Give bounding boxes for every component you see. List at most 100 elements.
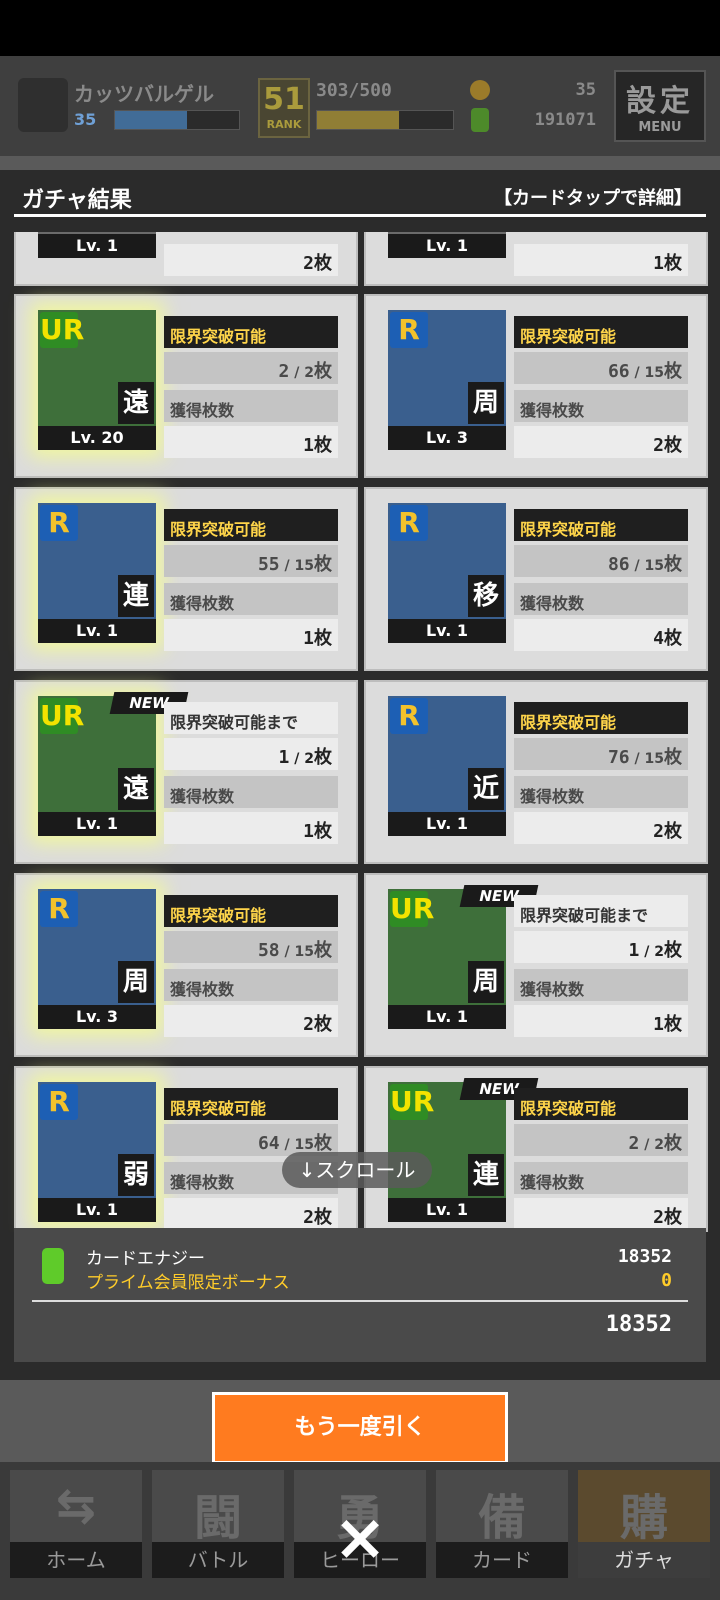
- progress-limit: 2: [304, 751, 314, 767]
- nav-battle[interactable]: 闘 バトル: [152, 1470, 284, 1578]
- rarity-badge: R: [390, 505, 428, 541]
- count-unit: 枚: [664, 435, 682, 456]
- attribute-badge: 周: [468, 961, 504, 1003]
- card-level: Lv. 1: [38, 1198, 156, 1222]
- progress-separator: /: [629, 558, 645, 574]
- gacha-card[interactable]: R 周 Lv. 3 限界突破可能 66 / 15枚 獲得枚数 2枚: [364, 294, 708, 478]
- count-label-row: 獲得枚数: [514, 776, 688, 808]
- card-art: UR 遠 Lv. 1: [38, 696, 156, 836]
- progress-separator: /: [629, 365, 645, 381]
- rarity-badge: R: [40, 891, 78, 927]
- rank-badge: 51 RANK: [258, 78, 310, 138]
- nav-card[interactable]: 備 カード: [436, 1470, 568, 1578]
- progress-unit: 枚: [314, 361, 332, 382]
- attribute-badge: 移: [468, 575, 504, 617]
- count-unit: 枚: [314, 628, 332, 649]
- gacha-card[interactable]: R 移 Lv. 1 限界突破可能 86 / 15枚 獲得枚数 4枚: [364, 487, 708, 671]
- card-level: Lv. 1: [38, 619, 156, 643]
- count-row: 2枚: [164, 244, 338, 276]
- gacha-card[interactable]: UR 遠 Lv. 1 NEW 限界突破可能まで 1 / 2枚 獲得枚数 1枚: [14, 680, 358, 864]
- card-art: UR 遠 Lv. 20: [38, 310, 156, 450]
- count-row: 1枚: [164, 426, 338, 458]
- gacha-card[interactable]: UR 連 Lv. 1 NEW 限界突破可能 2 / 2枚 獲得枚数 2枚: [364, 1066, 708, 1232]
- gacha-card-partial[interactable]: 強Lv. 1 1枚: [364, 232, 708, 286]
- count-row: 1枚: [164, 812, 338, 844]
- count-number: 2: [653, 821, 664, 842]
- progress-limit: 15: [644, 365, 664, 381]
- progress-separator: /: [629, 751, 645, 767]
- limit-status-row: 限界突破可能: [514, 702, 688, 734]
- limit-progress-row: 55 / 15枚: [164, 545, 338, 577]
- card-list[interactable]: 速Lv. 12枚強Lv. 11枚UR遠Lv. 20限界突破可能2 / 2枚獲得枚…: [0, 232, 720, 1232]
- gacha-card[interactable]: R 周 Lv. 3 限界突破可能 58 / 15枚 獲得枚数 2枚: [14, 873, 358, 1057]
- progress-unit: 枚: [314, 554, 332, 575]
- attribute-badge: 近: [468, 768, 504, 810]
- close-icon[interactable]: ×: [320, 1498, 400, 1578]
- limit-progress-row: 1 / 2枚: [164, 738, 338, 770]
- draw-again-button[interactable]: もう一度引く: [212, 1392, 508, 1464]
- gacha-card[interactable]: R 連 Lv. 1 限界突破可能 55 / 15枚 獲得枚数 1枚: [14, 487, 358, 671]
- rank-number: 51: [263, 82, 305, 117]
- limit-status-label: 限界突破可能まで: [520, 906, 649, 925]
- gacha-card[interactable]: R 弱 Lv. 1 限界突破可能 64 / 15枚 獲得枚数 2枚: [14, 1066, 358, 1232]
- count-number: 4: [653, 628, 664, 649]
- count-label: 獲得枚数: [520, 594, 585, 613]
- count-label: 獲得枚数: [520, 401, 585, 420]
- card-level: Lv. 1: [388, 234, 506, 258]
- nav-home[interactable]: ⇆ ホーム: [10, 1470, 142, 1578]
- rarity-badge: UR: [40, 698, 85, 734]
- nav-home-label: ホーム: [10, 1542, 142, 1578]
- count-label-row: 獲得枚数: [164, 776, 338, 808]
- rarity-badge: R: [40, 505, 78, 541]
- settings-menu-button[interactable]: 設定 MENU: [614, 70, 706, 142]
- rarity-badge: UR: [390, 1084, 435, 1120]
- count-value: 2枚: [653, 431, 682, 457]
- count-label: 獲得枚数: [170, 1173, 235, 1192]
- count-value: 2枚: [303, 249, 332, 275]
- count-value: 2枚: [303, 1010, 332, 1036]
- stamina-bar: [316, 110, 454, 130]
- count-number: 1: [653, 1014, 664, 1035]
- energy-count: 191071: [534, 110, 596, 130]
- progress-separator: /: [639, 944, 655, 960]
- count-unit: 枚: [314, 435, 332, 456]
- rank-label: RANK: [266, 118, 302, 131]
- card-level: Lv. 1: [388, 1005, 506, 1029]
- gacha-card[interactable]: UR 遠 Lv. 20 限界突破可能 2 / 2枚 獲得枚数 1枚: [14, 294, 358, 478]
- card-art: R 連 Lv. 1: [38, 503, 156, 643]
- progress-value: 64: [257, 1133, 280, 1154]
- nav-gacha[interactable]: 購 ガチャ: [578, 1470, 710, 1578]
- count-label-row: 獲得枚数: [514, 583, 688, 615]
- count-unit: 枚: [664, 628, 682, 649]
- progress-unit: 枚: [314, 940, 332, 961]
- limit-status-row: 限界突破可能: [514, 1088, 688, 1120]
- gacha-card-partial[interactable]: 速Lv. 1 2枚: [14, 232, 358, 286]
- card-art: 速Lv. 1: [38, 232, 156, 258]
- count-label: 獲得枚数: [170, 401, 235, 420]
- limit-status-label: 限界突破可能: [520, 327, 617, 346]
- progress-limit: 2: [654, 944, 664, 960]
- card-art: R 近 Lv. 1: [388, 696, 506, 836]
- modal-hint: 【カードタップで詳細】: [494, 188, 692, 209]
- bonus-label: プライム会員限定ボーナス: [86, 1273, 290, 1293]
- count-unit: 枚: [314, 1014, 332, 1035]
- progress-limit: 15: [294, 1137, 314, 1153]
- limit-status-row: 限界突破可能: [164, 1088, 338, 1120]
- player-avatar[interactable]: [18, 78, 68, 132]
- progress-unit: 枚: [664, 1133, 682, 1154]
- limit-progress: 1 / 2枚: [279, 743, 332, 769]
- attribute-badge: 遠: [118, 768, 154, 810]
- count-value: 1枚: [303, 431, 332, 457]
- gacha-icon: 購: [619, 1490, 668, 1546]
- progress-value: 76: [607, 747, 630, 768]
- nav-gacha-label: ガチャ: [578, 1542, 710, 1578]
- coin-count: 35: [575, 80, 596, 100]
- gacha-card[interactable]: UR 周 Lv. 1 NEW 限界突破可能まで 1 / 2枚 獲得枚数 1枚: [364, 873, 708, 1057]
- gacha-card[interactable]: R 近 Lv. 1 限界突破可能 76 / 15枚 獲得枚数 2枚: [364, 680, 708, 864]
- card-icon: 備: [477, 1490, 526, 1546]
- progress-value: 55: [257, 554, 280, 575]
- energy-panel: カードエナジー プライム会員限定ボーナス 18352 0 18352: [14, 1228, 706, 1362]
- limit-status-label: 限界突破可能まで: [170, 713, 299, 732]
- count-label-row: 獲得枚数: [164, 390, 338, 422]
- count-value: 4枚: [653, 624, 682, 650]
